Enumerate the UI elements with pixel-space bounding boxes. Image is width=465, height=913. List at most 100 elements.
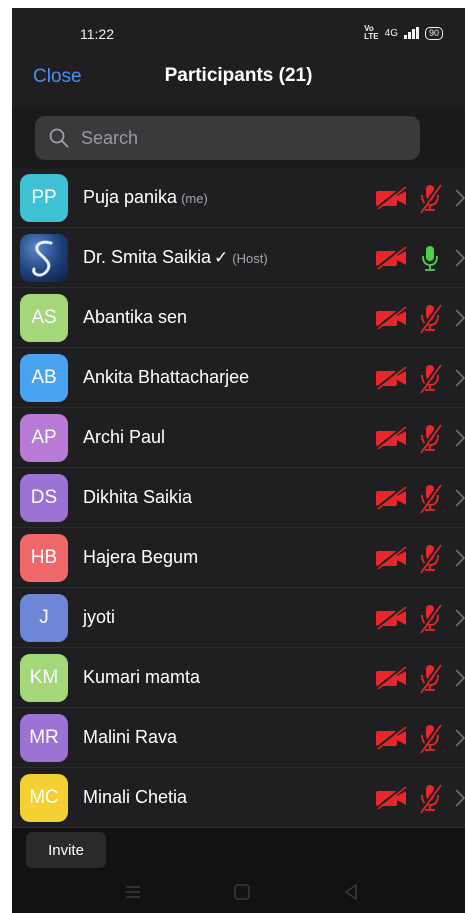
video-off-icon[interactable]: [374, 546, 408, 570]
avatar: MC: [20, 774, 68, 822]
chevron-right-icon[interactable]: [453, 366, 465, 390]
participant-row[interactable]: Jjyoti: [12, 588, 465, 648]
video-off-icon[interactable]: [374, 486, 408, 510]
header: Close Participants (21): [12, 58, 465, 108]
participant-row[interactable]: MR Malini Rava: [12, 708, 465, 768]
phone-screen: 11:22 Vo LTE 4G 90 Close Participants (21…: [12, 8, 465, 913]
participant-name-wrap: Dr. Smita Saikia ✓ (Host): [83, 247, 268, 268]
participant-name-wrap: Kumari mamta: [83, 667, 200, 688]
mic-muted-icon[interactable]: [417, 722, 443, 754]
participant-name-wrap: Puja panika (me): [83, 187, 208, 208]
search-icon: [49, 128, 69, 148]
chevron-right-icon[interactable]: [453, 726, 465, 750]
participant-row[interactable]: HB Hajera Begum: [12, 528, 465, 588]
invite-button[interactable]: Invite: [26, 832, 106, 868]
avatar: AP: [20, 414, 68, 462]
video-off-icon[interactable]: [374, 426, 408, 450]
status-time: 11:22: [80, 26, 114, 42]
mic-muted-icon[interactable]: [417, 302, 443, 334]
participant-row[interactable]: Dr. Smita Saikia ✓ (Host): [12, 228, 465, 288]
avatar-initials: KM: [29, 667, 59, 688]
avatar: HB: [20, 534, 68, 582]
participant-row[interactable]: KM Kumari mamta: [12, 648, 465, 708]
participant-row[interactable]: PP Puja panika (me): [12, 168, 465, 228]
logo-s-icon: [32, 240, 53, 277]
search-bar[interactable]: [35, 116, 420, 160]
volte-icon: Vo LTE: [364, 24, 379, 41]
participant-name: Ankita Bhattacharjee: [83, 367, 250, 387]
video-off-icon[interactable]: [374, 366, 408, 390]
avatar-initials: HB: [30, 547, 58, 568]
participant-name: Minali Chetia: [83, 787, 188, 807]
search-input[interactable]: [79, 126, 403, 150]
avatar-initials: DS: [30, 487, 58, 508]
participant-row[interactable]: MC Minali Chetia: [12, 768, 465, 828]
footer: Invite: [12, 828, 465, 873]
mic-muted-icon[interactable]: [417, 602, 443, 634]
avatar-initials: AS: [31, 307, 57, 328]
network-type: 4G: [384, 27, 398, 39]
video-off-icon[interactable]: [374, 666, 408, 690]
participant-row[interactable]: AB Ankita Bhattacharjee: [12, 348, 465, 408]
chevron-right-icon[interactable]: [453, 246, 465, 270]
chevron-right-icon[interactable]: [453, 606, 465, 630]
menu-icon[interactable]: [124, 883, 142, 901]
participant-name: Hajera Begum: [83, 547, 199, 567]
chevron-right-icon[interactable]: [453, 426, 465, 450]
participant-name-wrap: Archi Paul: [83, 427, 165, 448]
avatar: AB: [20, 354, 68, 402]
signal-icon: [403, 27, 419, 39]
participant-name-wrap: Ankita Bhattacharjee: [83, 367, 249, 388]
system-nav-bar: [12, 873, 465, 913]
host-check-icon: ✓: [214, 248, 229, 267]
mic-muted-icon[interactable]: [417, 422, 443, 454]
participant-list: PP Puja panika (me) Dr. Smita Saikia ✓ (Host)…: [12, 168, 465, 828]
video-off-icon[interactable]: [374, 606, 408, 630]
participant-name: Abantika sen: [83, 307, 188, 327]
avatar: PP: [20, 174, 68, 222]
battery-level: 90: [428, 27, 439, 38]
video-off-icon[interactable]: [374, 246, 408, 270]
participant-name-wrap: Abantika sen: [83, 307, 187, 328]
search-area: [12, 108, 465, 168]
mic-on-icon[interactable]: [417, 242, 443, 274]
back-icon[interactable]: [342, 883, 360, 901]
participant-name-wrap: Hajera Begum: [83, 547, 198, 568]
participant-name: Dikhita Saikia: [83, 487, 193, 507]
mic-muted-icon[interactable]: [417, 182, 443, 214]
avatar-initials: MC: [29, 787, 59, 808]
mic-muted-icon[interactable]: [417, 482, 443, 514]
participant-row[interactable]: DS Dikhita Saikia: [12, 468, 465, 528]
chevron-right-icon[interactable]: [453, 306, 465, 330]
avatar-initials: AP: [31, 427, 57, 448]
avatar: MR: [20, 714, 68, 762]
participant-name: Puja panika: [83, 187, 178, 207]
mic-muted-icon[interactable]: [417, 362, 443, 394]
mic-muted-icon[interactable]: [417, 782, 443, 814]
avatar: KM: [20, 654, 68, 702]
status-bar: 11:22 Vo LTE 4G 90: [12, 8, 465, 58]
participant-name: Kumari mamta: [83, 667, 201, 687]
avatar-initials: J: [39, 607, 49, 628]
avatar-initials: PP: [31, 187, 57, 208]
chevron-right-icon[interactable]: [453, 786, 465, 810]
chevron-right-icon[interactable]: [453, 546, 465, 570]
avatar: J: [20, 594, 68, 642]
participant-row[interactable]: AP Archi Paul: [12, 408, 465, 468]
participant-name-wrap: Dikhita Saikia: [83, 487, 192, 508]
chevron-right-icon[interactable]: [453, 666, 465, 690]
home-icon[interactable]: [233, 883, 251, 901]
avatar: DS: [20, 474, 68, 522]
video-off-icon[interactable]: [374, 726, 408, 750]
video-off-icon[interactable]: [374, 786, 408, 810]
chevron-right-icon[interactable]: [453, 486, 465, 510]
mic-muted-icon[interactable]: [417, 662, 443, 694]
battery-icon: 90: [424, 26, 443, 40]
participant-name-wrap: Minali Chetia: [83, 787, 187, 808]
mic-muted-icon[interactable]: [417, 542, 443, 574]
video-off-icon[interactable]: [374, 186, 408, 210]
chevron-right-icon[interactable]: [453, 186, 465, 210]
video-off-icon[interactable]: [374, 306, 408, 330]
participant-name: jyoti: [83, 607, 116, 627]
participant-row[interactable]: AS Abantika sen: [12, 288, 465, 348]
